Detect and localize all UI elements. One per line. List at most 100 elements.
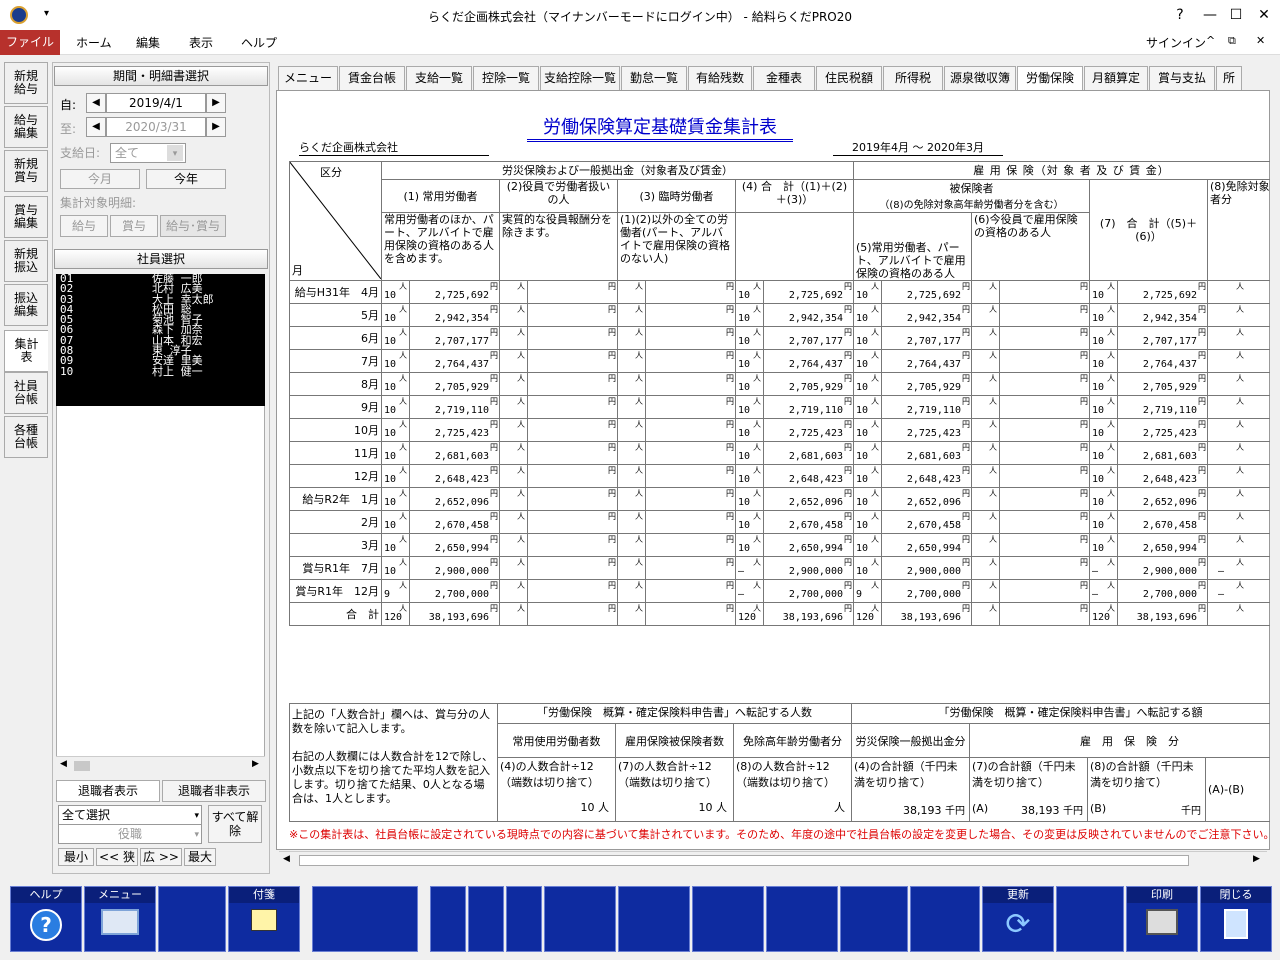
to-date-field[interactable]: 2020/3/31: [106, 117, 206, 137]
menu-help[interactable]: ヘルプ: [241, 34, 277, 51]
menu-file[interactable]: ファイル: [0, 30, 60, 55]
vtab-various-ledgers[interactable]: 各種台帳: [4, 416, 48, 458]
blank-button-6[interactable]: [544, 886, 616, 952]
tab-14[interactable]: 所: [1216, 66, 1242, 90]
width-max-button[interactable]: 最大: [184, 848, 216, 866]
scroll-right-icon[interactable]: ▶: [252, 759, 259, 769]
from-prev-button[interactable]: ◀: [86, 93, 106, 113]
vtab-edit-transfer[interactable]: 振込編集: [4, 284, 48, 326]
blank-button-10[interactable]: [840, 886, 908, 952]
scroll-left-icon[interactable]: ◀: [283, 854, 290, 864]
from-next-button[interactable]: ▶: [206, 93, 226, 113]
blank-button-9[interactable]: [766, 886, 838, 952]
scroll-left-icon[interactable]: ◀: [60, 759, 67, 769]
scroll-thumb[interactable]: [299, 855, 1189, 866]
close-button[interactable]: 閉じる: [1200, 886, 1272, 952]
this-month-button[interactable]: 今月: [60, 169, 140, 189]
menu-edit[interactable]: 編集: [136, 34, 160, 51]
bottom-block: 上記の「人数合計」欄へは、賞与分の人数を除いて記入します。 右記の人数欄には人数…: [289, 703, 1271, 825]
print-button[interactable]: 印刷: [1126, 886, 1198, 952]
paydate-select[interactable]: 全て ▾: [110, 143, 186, 163]
blank-button-3[interactable]: [430, 886, 466, 952]
retired-hide-button[interactable]: 退職者非表示: [162, 780, 266, 802]
vtab-employee-ledger[interactable]: 社員台帳: [4, 372, 48, 414]
vtab-new-salary[interactable]: 新規給与: [4, 62, 48, 104]
select-all-dropdown[interactable]: 全て選択 ▾: [58, 805, 202, 825]
blank-button-8[interactable]: [692, 886, 764, 952]
sheet-hscrollbar[interactable]: ◀ ▶: [279, 851, 1267, 869]
target-bonus-button[interactable]: 賞与: [110, 215, 158, 237]
unit-yen: 円: [844, 488, 852, 498]
menu-home[interactable]: ホーム: [76, 34, 112, 51]
signin-link[interactable]: サインイン: [1146, 34, 1206, 51]
retired-show-button[interactable]: 退職者表示: [56, 780, 160, 802]
blank-button-4[interactable]: [468, 886, 504, 952]
to-prev-button[interactable]: ◀: [86, 117, 106, 137]
help-question-icon[interactable]: ?: [1166, 4, 1194, 26]
unit-yen: 円: [490, 281, 498, 291]
menu-view[interactable]: 表示: [189, 34, 213, 51]
help-button[interactable]: ヘルプ ?: [10, 886, 82, 952]
scroll-right-icon[interactable]: ▶: [1253, 854, 1260, 864]
to-next-button[interactable]: ▶: [206, 117, 226, 137]
row-label: 賞与R1年 7月: [289, 555, 382, 580]
minimize-button[interactable]: —: [1196, 4, 1224, 26]
width-narrow-button[interactable]: << 狭: [96, 848, 138, 866]
vtab-summary[interactable]: 集計表: [4, 330, 48, 372]
role-dropdown[interactable]: 役職 ▾: [58, 824, 202, 844]
unit-yen: 円: [1198, 580, 1206, 590]
target-both-button[interactable]: 給与･賞与: [160, 215, 226, 237]
tab-9[interactable]: 所得税: [883, 66, 943, 90]
vtab-edit-salary[interactable]: 給与編集: [4, 106, 48, 148]
restore-icon[interactable]: ⧉: [1228, 34, 1236, 48]
blank-button-1[interactable]: [158, 886, 226, 952]
unit-person: 人: [1107, 488, 1115, 498]
tab-12[interactable]: 月額算定: [1084, 66, 1148, 90]
table-row: 5月 10 人 2,942,354 円人円人円 10 人 2,942,354 円 10 人 2,942…: [289, 302, 1271, 327]
tab-13[interactable]: 賞与支払: [1149, 66, 1215, 90]
tab-0[interactable]: メニュー: [278, 66, 338, 90]
tab-3[interactable]: 控除一覧: [473, 66, 539, 90]
tab-7[interactable]: 金種表: [753, 66, 815, 90]
vtab-new-transfer[interactable]: 新規振込: [4, 240, 48, 282]
width-wide-button[interactable]: 広 >>: [140, 848, 182, 866]
blank-button-5[interactable]: [506, 886, 542, 952]
vtab-new-bonus[interactable]: 新規賞与: [4, 150, 48, 192]
from-date-field[interactable]: 2019/4/1: [106, 93, 206, 113]
width-min-button[interactable]: 最小: [58, 848, 94, 866]
col4-count-value: 10: [738, 496, 751, 508]
tag-button[interactable]: 付箋: [228, 886, 300, 952]
target-salary-button[interactable]: 給与: [60, 215, 108, 237]
tab-11[interactable]: 労働保険: [1017, 66, 1083, 91]
menu-button[interactable]: メニュー: [84, 886, 156, 952]
blank-button-11[interactable]: [910, 886, 980, 952]
employee-list[interactable]: 01 佐藤 一郎 02 北村 広美 03 大上 幸太郎 04 松田 聡 05 菊池 智子 06 森下 …: [56, 273, 265, 406]
tab-4[interactable]: 支給控除一覧: [540, 66, 620, 90]
blank-button-12[interactable]: [1056, 886, 1124, 952]
employee-row[interactable]: 10 村上 健一: [60, 366, 265, 377]
tab-6[interactable]: 有給残数: [688, 66, 752, 90]
scroll-thumb[interactable]: [74, 761, 90, 771]
tab-1[interactable]: 賃金台帳: [339, 66, 405, 90]
table-row: 7月 10 人 2,764,437 円人円人円 10 人 2,764,437 円 10 人 2,764…: [289, 348, 1271, 373]
maximize-button[interactable]: ☐: [1222, 4, 1250, 26]
blank-button-7[interactable]: [618, 886, 690, 952]
close-doc-icon[interactable]: ✕: [1256, 34, 1265, 47]
vertical-scrollbar[interactable]: [1270, 90, 1280, 860]
col5-count: 10 人: [853, 440, 882, 465]
blank-button-2[interactable]: [312, 886, 418, 952]
h2-header: (2)役員で労働者扱いの人: [499, 179, 618, 213]
ribbon-collapse-icon[interactable]: ^: [1206, 34, 1215, 47]
tab-5[interactable]: 勤怠一覧: [621, 66, 687, 90]
tab-8[interactable]: 住民税額: [816, 66, 882, 90]
vtab-edit-bonus[interactable]: 賞与編集: [4, 196, 48, 238]
close-window-button[interactable]: ✕: [1250, 4, 1278, 26]
horizontal-scrollbar[interactable]: ◀ ▶: [56, 756, 265, 774]
tab-10[interactable]: 源泉徴収簿: [944, 66, 1016, 90]
this-year-button[interactable]: 今年: [146, 169, 226, 189]
tab-2[interactable]: 支給一覧: [406, 66, 472, 90]
clear-all-button[interactable]: すべて解除: [208, 805, 262, 843]
update-button[interactable]: 更新 ⟳: [982, 886, 1054, 952]
sticky-note-icon: [251, 909, 277, 931]
unit-yen: 円: [1198, 327, 1206, 337]
